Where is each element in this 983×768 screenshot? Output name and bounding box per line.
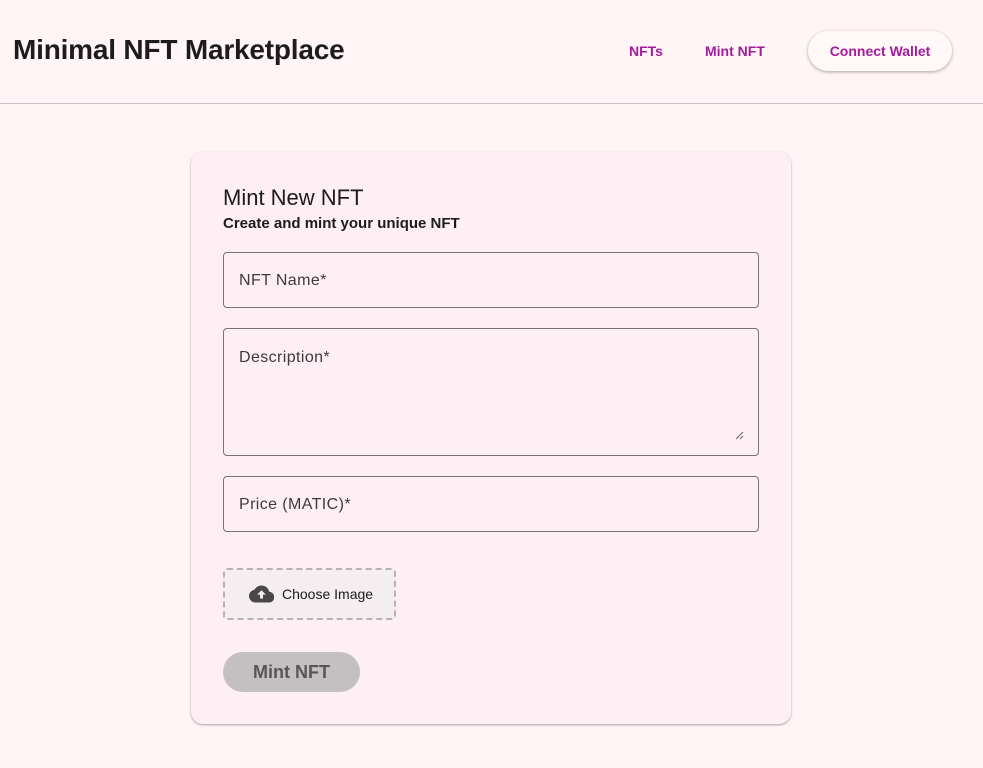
description-label: Description* <box>239 349 331 366</box>
nav-link-mint-nft[interactable]: Mint NFT <box>705 42 765 60</box>
app-bar: Minimal NFT Marketplace NFTs Mint NFT Co… <box>0 0 983 104</box>
mint-nft-card: Mint New NFT Create and mint your unique… <box>191 152 791 724</box>
choose-image-button[interactable]: Choose Image <box>223 568 396 620</box>
description-field[interactable]: Description* <box>223 328 759 456</box>
connect-wallet-button[interactable]: Connect Wallet <box>808 31 952 71</box>
nft-name-label: NFT Name* <box>239 272 327 289</box>
card-title: Mint New NFT <box>223 185 364 210</box>
mint-nft-button[interactable]: Mint NFT <box>223 652 360 692</box>
choose-image-label: Choose Image <box>282 586 374 602</box>
price-field[interactable]: Price (MATIC)* <box>223 476 759 532</box>
resize-handle-icon[interactable] <box>735 431 744 440</box>
nft-name-field[interactable]: NFT Name* <box>223 252 759 308</box>
card-subtitle: Create and mint your unique NFT <box>223 215 460 232</box>
app-title: Minimal NFT Marketplace <box>13 34 345 65</box>
price-label: Price (MATIC)* <box>239 496 351 513</box>
cloud-upload-icon <box>249 585 274 603</box>
nav-link-nfts[interactable]: NFTs <box>629 42 663 60</box>
